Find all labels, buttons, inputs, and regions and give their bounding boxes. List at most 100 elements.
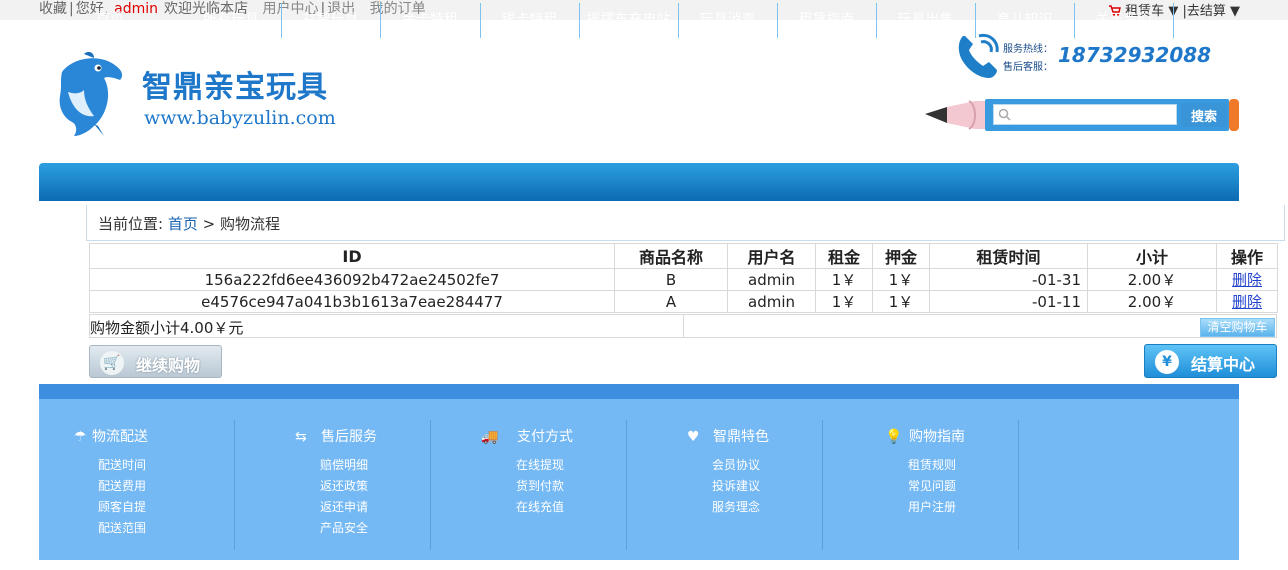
breadcrumb: 当前位置: 首页 > 购物流程 [98,213,280,234]
footer-link[interactable]: 顾客自提 [98,498,146,515]
footer-link[interactable]: 配送时间 [98,456,146,473]
footer-link[interactable]: 投诉建议 [712,477,760,494]
footer-link[interactable]: 配送费用 [98,477,146,494]
bulb-icon: 💡 [885,429,903,445]
nav-item[interactable]: 育儿知识 [975,0,1074,38]
delete-link[interactable]: 删除 [1232,271,1262,289]
column-header-deposit: 押金 [872,243,930,269]
cell-time: -01-11 [929,290,1088,313]
cell-user: admin [727,268,816,291]
service-icon: ⇆ [295,429,307,445]
nav-item[interactable]: 租赁指南 [777,0,876,38]
continue-shopping-button[interactable]: 🛒 继续购物 [89,345,222,378]
nav-divider [1173,3,1174,38]
breadcrumb-home-link[interactable]: 首页 [168,215,198,233]
footer-title-text: 智鼎特色 [713,429,769,445]
checkout-center-button[interactable]: ¥ 结算中心 [1144,344,1277,378]
footer-column-guide: 💡 购物指南 租赁规则 常见问题 用户注册 [823,420,1019,550]
footer-link[interactable]: 赔偿明细 [320,456,368,473]
cart-icon: 🛒 [100,351,124,375]
breadcrumb-label: 当前位置: [98,215,164,233]
breadcrumb-separator: > [202,215,216,233]
cell-action: 删除 [1216,290,1278,313]
nav-item[interactable]: 首页 [39,0,181,38]
footer-link[interactable]: 在线充值 [516,498,564,515]
nav-item[interactable]: 金卡特租 [380,0,480,38]
nav-item[interactable]: 玩具出售 [876,0,975,38]
footer-link[interactable]: 货到付款 [516,477,564,494]
footer-top-band [39,384,1239,399]
breadcrumb-current: 购物流程 [220,215,281,233]
footer-link[interactable]: 常见问题 [908,477,956,494]
cart-table: ID 商品名称 用户名 租金 押金 租赁时间 小计 操作 156a222fd6e… [89,243,1278,313]
footer-title-text: 购物指南 [909,429,965,445]
footer-link[interactable]: 会员协议 [712,456,760,473]
cell-name: B [614,268,728,291]
footer-link[interactable]: 服务理念 [712,498,760,515]
footer-title-text: 物流配送 [92,429,148,445]
nav-item[interactable]: 关于我们 [1074,0,1173,38]
column-header-action: 操作 [1216,243,1278,269]
footer-column-title: ⇆ 售后服务 [235,426,430,446]
phone-number: 18732932088 [1058,43,1212,67]
checkout-center-label: 结算中心 [1191,355,1256,374]
table-header-row: ID 商品名称 用户名 租金 押金 租赁时间 小计 操作 [89,243,1278,269]
checkout-link[interactable]: 去结算 [1187,4,1226,19]
hotline-label: 服务热线： [1003,44,1053,55]
umbrella-icon: ☂ [74,429,87,445]
column-header-user: 用户名 [727,243,816,269]
truck-icon: 🚚 [481,429,499,445]
footer-link[interactable]: 配送范围 [98,519,146,536]
column-header-subtotal: 小计 [1087,243,1217,269]
search-icon [998,108,1011,121]
cell-rent: 1￥ [815,290,873,313]
search-input[interactable] [993,104,1177,125]
heart-icon: ♥ [687,429,700,445]
footer-link[interactable]: 用户注册 [908,498,956,515]
phone-icon [958,33,999,78]
chevron-down-icon[interactable]: ▼ [1230,4,1240,19]
column-header-id: ID [89,243,615,269]
footer-column-title: ☂ 物流配送 [39,426,234,446]
footer-column-features: ♥ 智鼎特色 会员协议 投诉建议 服务理念 [627,420,823,550]
dolphin-logo[interactable] [54,52,126,138]
main-nav [39,163,1239,201]
footer-title-text: 售后服务 [321,429,377,445]
column-header-time: 租赁时间 [929,243,1088,269]
cell-action: 删除 [1216,268,1278,291]
nav-item[interactable]: 益智玩具 [281,0,380,38]
cell-user: admin [727,290,816,313]
nav-item[interactable]: 玩具消毒 [678,0,777,38]
clear-cart-button[interactable]: 清空购物车 [1200,318,1275,337]
column-header-name: 商品名称 [614,243,728,269]
footer-column-service: ⇆ 售后服务 赔偿明细 返还政策 返还申请 产品安全 [235,420,431,550]
footer-column-logistics: ☂ 物流配送 配送时间 配送费用 顾客自提 配送范围 [39,420,235,550]
footer-column-title: 🚚 支付方式 [431,426,626,446]
summary-divider [683,315,684,338]
cell-time: -01-31 [929,268,1088,291]
footer-column-payment: 🚚 支付方式 在线提现 货到付款 在线充值 [431,420,627,550]
table-row: 156a222fd6ee436092b472ae24502fe7 B admin… [89,268,1278,291]
cell-deposit: 1￥ [872,290,930,313]
cell-subtotal: 2.00￥ [1087,268,1217,291]
brand-name: 智鼎亲宝玩具 [142,70,328,105]
cell-deposit: 1￥ [872,268,930,291]
footer-link[interactable]: 租赁规则 [908,456,956,473]
table-row: e4576ce947a041b3b1613a7eae284477 A admin… [89,290,1278,313]
summary-text: 购物金额小计4.00￥元 [90,319,244,337]
delete-link[interactable]: 删除 [1232,293,1262,311]
nav-item[interactable]: 所有玩具 [181,0,281,38]
footer-link[interactable]: 在线提现 [516,456,564,473]
footer-column-title: 💡 购物指南 [823,426,1018,446]
footer-link[interactable]: 返还申请 [320,498,368,515]
footer-column-title: ♥ 智鼎特色 [627,426,822,446]
cell-id: 156a222fd6ee436092b472ae24502fe7 [89,268,615,291]
cell-subtotal: 2.00￥ [1087,290,1217,313]
search-button[interactable]: 搜索 [1181,103,1227,127]
footer-link[interactable]: 返还政策 [320,477,368,494]
brand-url: www.babyzulin.com [144,107,336,129]
nav-item[interactable]: 银卡特租 [480,0,579,38]
footer-link[interactable]: 产品安全 [320,519,368,536]
cell-rent: 1￥ [815,268,873,291]
nav-item[interactable]: 摇摆车充电站 [579,0,678,38]
